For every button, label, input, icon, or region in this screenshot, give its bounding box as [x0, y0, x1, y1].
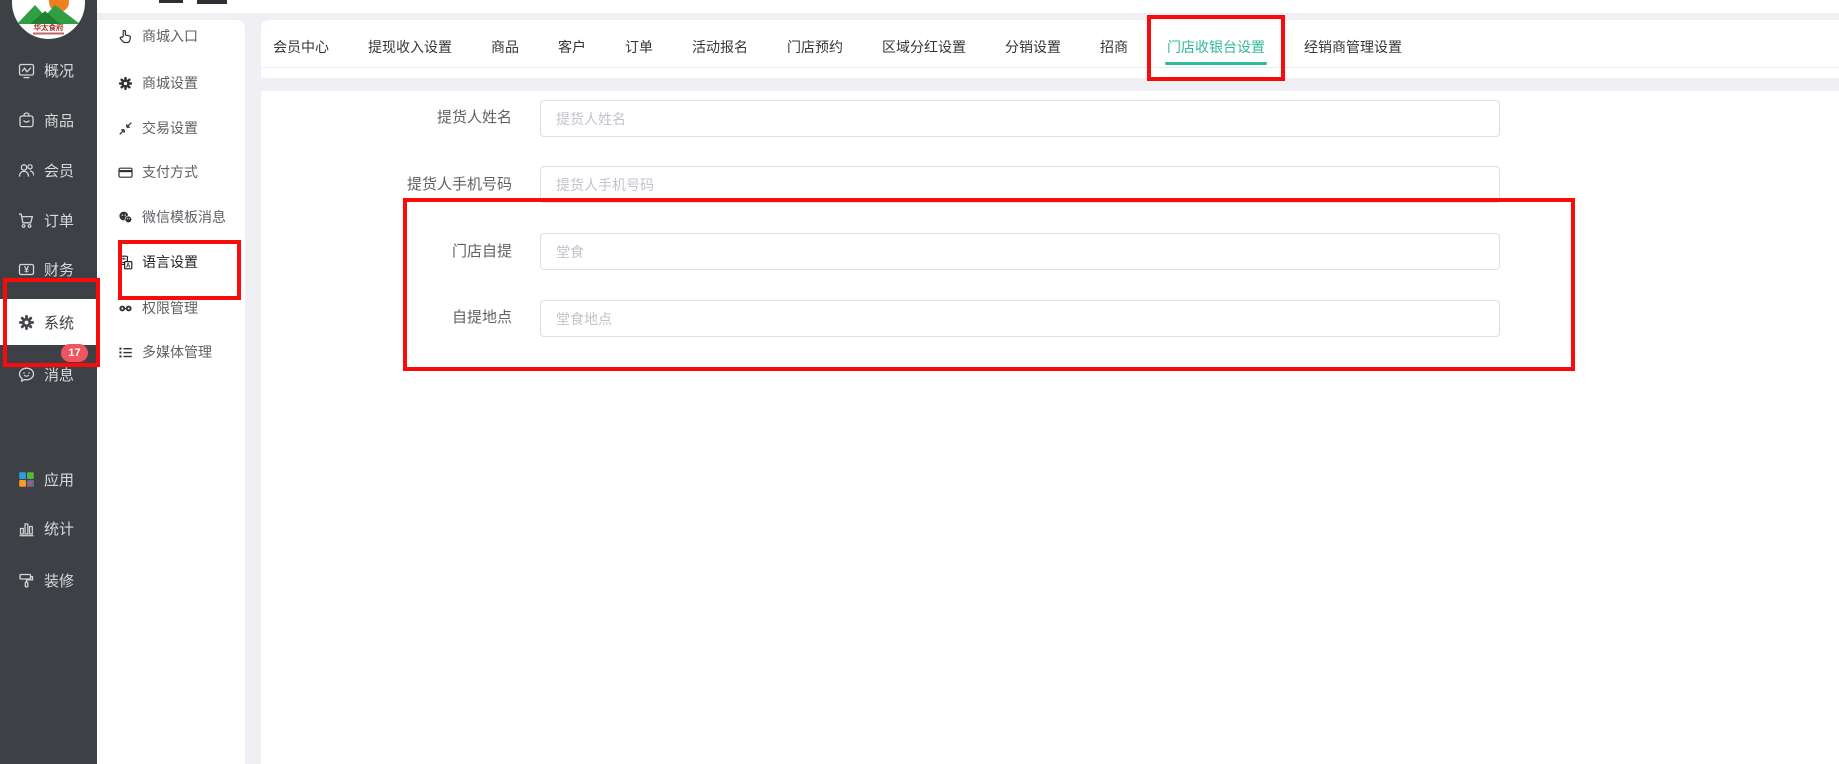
tab-customers[interactable]: 客户 — [558, 37, 586, 57]
pickup-location-input[interactable] — [540, 300, 1500, 337]
tab-orders[interactable]: 订单 — [625, 37, 653, 57]
primary-sidebar: 华太食府 概况 商品 会员 — [0, 0, 97, 764]
brand-logo: 华太食府 — [12, 0, 85, 39]
logo-text: 华太食府 — [34, 22, 64, 32]
pickup-location-label: 自提地点 — [322, 308, 512, 328]
members-icon — [18, 162, 35, 179]
submenu-item-mall-entry[interactable]: 商城入口 — [118, 25, 198, 47]
system-badge: 17 — [61, 344, 88, 362]
sidebar-item-label: 财务 — [44, 259, 74, 280]
permission-link-icon — [118, 301, 133, 316]
sidebar-item-label: 应用 — [44, 469, 74, 490]
message-bubble-icon — [18, 366, 35, 383]
gear-icon — [18, 314, 35, 331]
picker-name-input[interactable] — [540, 100, 1500, 137]
tab-investment[interactable]: 招商 — [1100, 37, 1128, 57]
submenu-item-label: 多媒体管理 — [142, 342, 212, 362]
svg-text:¥: ¥ — [24, 264, 29, 274]
tab-distribution-settings[interactable]: 分销设置 — [1005, 37, 1061, 57]
submenu-item-language-settings[interactable]: A 语言设置 — [118, 251, 198, 273]
store-cashier-settings-form: 提货人姓名 提货人手机号码 门店自提 自提地点 — [261, 91, 1839, 764]
sidebar-item-label: 系统 — [44, 312, 74, 333]
submenu-item-label: 微信模板消息 — [142, 207, 226, 227]
submenu-item-label: 支付方式 — [142, 162, 198, 182]
list-icon — [118, 345, 133, 360]
sidebar-item-goods[interactable]: 商品 — [0, 99, 97, 141]
submenu-item-permission-management[interactable]: 权限管理 — [118, 297, 198, 319]
submenu-item-label: 权限管理 — [142, 298, 198, 318]
pointer-hand-icon — [118, 29, 133, 44]
sidebar-item-apps[interactable]: 应用 — [0, 458, 97, 500]
wechat-icon — [118, 210, 133, 225]
submenu-item-mall-settings[interactable]: 商城设置 — [118, 72, 198, 94]
sidebar-item-label: 会员 — [44, 160, 74, 181]
trade-arrows-icon — [118, 121, 133, 136]
submenu-item-label: 商城设置 — [142, 73, 198, 93]
apps-grid-icon — [18, 471, 35, 488]
store-pickup-label: 门店自提 — [322, 242, 512, 262]
sidebar-item-system[interactable]: 系统 — [0, 299, 97, 345]
submenu-item-label: 商城入口 — [142, 26, 198, 46]
settings-tab-bar: 会员中心 提现收入设置 商品 客户 订单 活动报名 门店预约 区域分红设置 分销… — [261, 20, 1839, 78]
submenu-item-payment-methods[interactable]: 支付方式 — [118, 161, 198, 183]
dashboard-icon — [18, 62, 35, 79]
store-pickup-input[interactable] — [540, 233, 1500, 270]
top-header-strip — [97, 0, 1839, 13]
submenu-item-trade-settings[interactable]: 交易设置 — [118, 117, 198, 139]
secondary-sidebar: 商城入口 商城设置 交易设置 支付方式 — [97, 20, 245, 764]
goods-bag-icon — [18, 112, 35, 129]
sidebar-item-decorate[interactable]: 装修 — [0, 559, 97, 601]
credit-card-icon — [118, 165, 133, 180]
bar-chart-icon — [18, 520, 35, 537]
tab-goods[interactable]: 商品 — [491, 37, 519, 57]
sidebar-item-label: 装修 — [44, 570, 74, 591]
header-cutoff-fragment — [197, 0, 227, 4]
sidebar-item-members[interactable]: 会员 — [0, 149, 97, 191]
tab-activity-signup[interactable]: 活动报名 — [692, 37, 748, 57]
sidebar-item-stats[interactable]: 统计 — [0, 507, 97, 549]
sidebar-item-label: 订单 — [44, 210, 74, 231]
tab-store-cashier-settings[interactable]: 门店收银台设置 — [1167, 37, 1265, 57]
translate-icon: A — [118, 255, 133, 270]
gear-icon — [118, 76, 133, 91]
tab-store-reservation[interactable]: 门店预约 — [787, 37, 843, 57]
sidebar-item-orders[interactable]: 订单 — [0, 199, 97, 241]
header-cutoff-fragment — [159, 0, 183, 3]
sidebar-item-label: 商品 — [44, 110, 74, 131]
paint-roller-icon — [18, 572, 35, 589]
sidebar-item-label: 概况 — [44, 60, 74, 81]
tab-dealer-management-settings[interactable]: 经销商管理设置 — [1304, 37, 1402, 57]
tabs-row: 会员中心 提现收入设置 商品 客户 订单 活动报名 门店预约 区域分红设置 分销… — [273, 37, 1402, 57]
picker-phone-label: 提货人手机号码 — [322, 175, 512, 195]
tab-region-dividend-settings[interactable]: 区域分红设置 — [882, 37, 966, 57]
finance-icon: ¥ — [18, 261, 35, 278]
sidebar-item-overview[interactable]: 概况 — [0, 49, 97, 91]
cart-icon — [18, 212, 35, 229]
submenu-item-media-management[interactable]: 多媒体管理 — [118, 341, 212, 363]
submenu-item-label: 交易设置 — [142, 118, 198, 138]
header-gap — [97, 13, 1839, 20]
tab-member-center[interactable]: 会员中心 — [273, 37, 329, 57]
sidebar-item-label: 消息 — [44, 364, 74, 385]
picker-name-label: 提货人姓名 — [322, 108, 512, 128]
tabs-divider — [261, 67, 1839, 68]
sidebar-item-finance[interactable]: ¥ 财务 — [0, 248, 97, 290]
submenu-item-wechat-template[interactable]: 微信模板消息 — [118, 206, 226, 228]
svg-text:A: A — [126, 263, 131, 269]
submenu-item-label: 语言设置 — [142, 252, 198, 272]
tab-withdraw-income-settings[interactable]: 提现收入设置 — [368, 37, 452, 57]
picker-phone-input[interactable] — [540, 166, 1500, 203]
sidebar-item-label: 统计 — [44, 518, 74, 539]
